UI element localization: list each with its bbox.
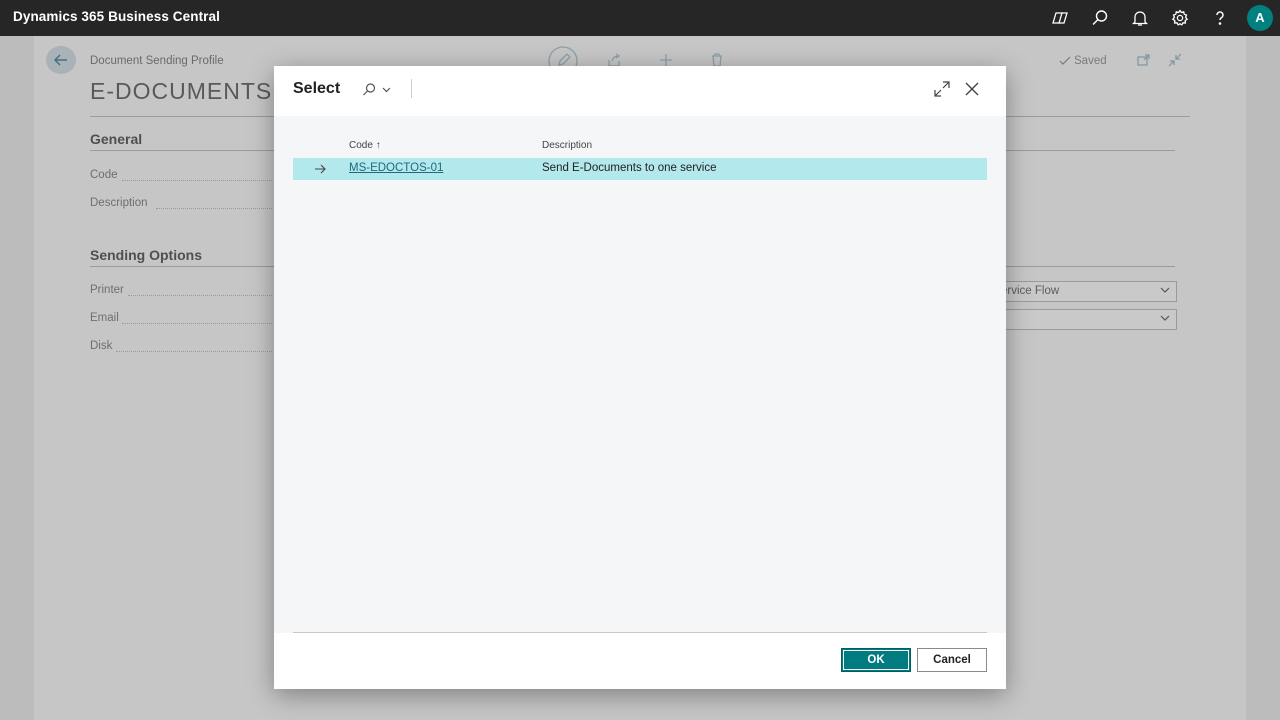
copilot-icon[interactable] xyxy=(1050,8,1070,28)
footer-divider xyxy=(293,632,987,633)
row-code-link[interactable]: MS-EDOCTOS-01 xyxy=(349,162,443,174)
dialog-body: Code ↑ Description MS-EDOCTOS-01 Send E-… xyxy=(274,116,1006,633)
field-leader xyxy=(116,351,272,352)
settings-icon[interactable] xyxy=(1170,8,1190,28)
field-label-disk: Disk xyxy=(90,340,113,352)
email-dropdown[interactable] xyxy=(990,309,1177,330)
chevron-down-icon xyxy=(1158,311,1172,325)
bell-icon[interactable] xyxy=(1130,8,1150,28)
sort-ascending-icon: ↑ xyxy=(375,140,381,151)
row-indicator-arrow-icon xyxy=(313,162,327,176)
field-label-code: Code xyxy=(90,169,118,181)
cancel-button[interactable]: Cancel xyxy=(917,648,987,672)
column-header-code[interactable]: Code ↑ xyxy=(349,140,381,151)
table-row[interactable]: MS-EDOCTOS-01 Send E-Documents to one se… xyxy=(293,158,987,180)
header-separator xyxy=(411,79,412,98)
printer-dropdown[interactable]: ervice Flow xyxy=(990,281,1177,302)
column-header-description[interactable]: Description xyxy=(542,140,592,151)
collapse-icon[interactable] xyxy=(1168,53,1182,67)
row-description: Send E-Documents to one service xyxy=(542,162,717,174)
field-leader xyxy=(128,295,272,296)
check-icon xyxy=(1059,55,1071,67)
dialog-search-button[interactable] xyxy=(360,80,394,100)
avatar[interactable]: A xyxy=(1247,5,1273,31)
field-leader xyxy=(122,323,272,324)
column-header-code-label: Code xyxy=(349,140,373,151)
close-icon[interactable] xyxy=(963,80,981,98)
expand-icon[interactable] xyxy=(933,80,951,98)
open-new-window-icon[interactable] xyxy=(1137,53,1151,67)
back-button[interactable] xyxy=(46,46,76,74)
select-dialog: Select Code ↑ Description MS-EDOCTOS-01 … xyxy=(274,66,1006,689)
dialog-title: Select xyxy=(293,80,341,97)
field-leader xyxy=(156,208,272,209)
app-title[interactable]: Dynamics 365 Business Central xyxy=(13,9,220,24)
field-label-printer: Printer xyxy=(90,284,124,296)
field-leader xyxy=(122,180,272,181)
page-title: E-DOCUMENTS xyxy=(90,78,273,104)
search-icon[interactable] xyxy=(1090,8,1110,28)
sending-options-heading: Sending Options xyxy=(90,247,202,263)
chevron-down-icon xyxy=(1158,283,1172,297)
field-label-description: Description xyxy=(90,197,148,209)
printer-dropdown-value: ervice Flow xyxy=(1001,285,1060,297)
ok-button[interactable]: OK xyxy=(841,648,911,672)
top-bar: Dynamics 365 Business Central A xyxy=(0,0,1280,36)
field-label-email: Email xyxy=(90,312,119,324)
breadcrumb: Document Sending Profile xyxy=(90,55,224,67)
dialog-header: Select xyxy=(274,66,1006,116)
general-heading: General xyxy=(90,131,143,147)
help-icon[interactable] xyxy=(1210,8,1230,28)
saved-status: Saved xyxy=(1074,55,1107,67)
